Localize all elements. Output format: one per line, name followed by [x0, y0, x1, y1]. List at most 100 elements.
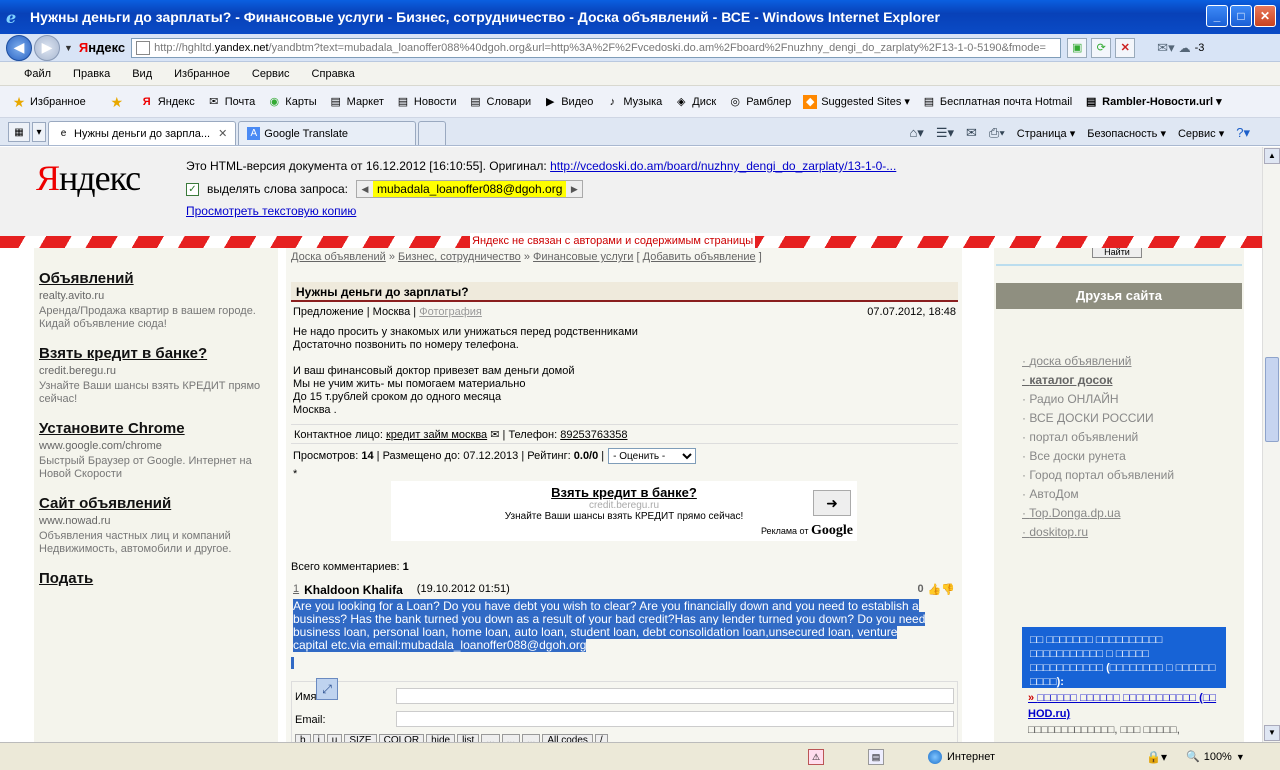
security-zone[interactable]: Интернет [928, 749, 995, 764]
ad-title[interactable]: Сайт объявлений [39, 495, 278, 512]
weather-icon[interactable]: ☁ [1179, 41, 1191, 55]
new-tab-button[interactable] [418, 121, 447, 145]
text-copy-link[interactable]: Просмотреть текстовую копию [186, 204, 356, 218]
popup-blocked-icon[interactable]: ⚠ [808, 748, 824, 765]
stop-icon[interactable]: ✕ [1115, 37, 1136, 58]
friend-link[interactable]: портал объявлений [1022, 428, 1174, 447]
google-ad[interactable]: Взять кредит в банке? credit.beregu.ru У… [391, 481, 857, 541]
compatibility-view-icon[interactable]: ▣ [1067, 37, 1088, 58]
maximize-button[interactable]: □ [1230, 5, 1252, 27]
google-ad-title[interactable]: Взять кредит в банке? [391, 485, 857, 500]
fav-item-video[interactable]: ▶ Видео [543, 95, 593, 109]
fav-item-news[interactable]: ▤ Новости [396, 95, 457, 109]
scroll-thumb[interactable] [1265, 357, 1279, 442]
friend-link[interactable]: АвтоДом [1022, 485, 1174, 504]
feeds-icon[interactable]: ☰▾ [936, 125, 954, 141]
breadcrumb-board[interactable]: Доска объявлений [291, 251, 386, 263]
tab-current-page[interactable]: e Нужны деньги до зарпла... ✕ [48, 121, 237, 145]
italic-button[interactable]: i [312, 734, 325, 742]
back-button[interactable]: ◀ [6, 34, 32, 61]
menu-tools[interactable]: Сервис [252, 68, 290, 80]
ads-by-google[interactable]: Реклама от Google [761, 523, 853, 539]
scroll-up-icon[interactable]: ▲ [1264, 148, 1280, 164]
ad-title[interactable]: Объявлений [39, 270, 278, 287]
mail-notifier-icon[interactable]: ✉▾ [1157, 40, 1174, 56]
find-button[interactable]: Найти [1092, 248, 1142, 258]
lock-dropdown-icon[interactable]: 🔒▾ [1146, 750, 1167, 764]
friend-link[interactable]: Город портал объявлений [1022, 466, 1174, 485]
thumbs-down-icon[interactable]: 👎 [941, 583, 955, 597]
ad-title[interactable]: Подать [39, 570, 278, 587]
fav-item-rambler[interactable]: ◎ Рамблер [728, 95, 791, 109]
vertical-scrollbar[interactable]: ▲ ▼ [1262, 147, 1280, 742]
tab-list-dropdown-icon[interactable]: ▾ [32, 122, 46, 142]
menu-favorites[interactable]: Избранное [174, 68, 230, 80]
photo-link[interactable]: Фотография [419, 306, 482, 318]
next-highlight-icon[interactable]: ▶ [566, 181, 583, 197]
close-tab-icon[interactable]: ✕ [218, 127, 227, 140]
forward-button[interactable]: ▶ [34, 34, 60, 61]
menu-file[interactable]: Файл [24, 68, 51, 80]
hide-button[interactable]: hide [426, 734, 456, 742]
promo-link[interactable]: □□□□□□ □□□□□□ □□□□□□□□□□□ (□□ HOD.ru) [1028, 690, 1228, 722]
fav-item-maps[interactable]: ◉ Карты [267, 95, 316, 109]
fav-item-rambler-news[interactable]: ▤ Rambler-Новости.url ▾ [1084, 95, 1222, 109]
menu-help[interactable]: Справка [312, 68, 355, 80]
yandex-logo[interactable]: Яндекс [36, 157, 141, 199]
bold-button[interactable]: b [295, 734, 311, 742]
code-button[interactable]: ... [521, 734, 541, 742]
page-menu[interactable]: Страница ▾ [1017, 127, 1075, 140]
fav-item-music[interactable]: ♪ Музыка [605, 95, 663, 109]
breadcrumb-finance[interactable]: Финансовые услуги [533, 251, 633, 263]
scroll-down-icon[interactable]: ▼ [1264, 725, 1280, 741]
arrow-right-icon[interactable]: ➜ [813, 490, 851, 516]
print-icon[interactable]: ⎙▾ [989, 125, 1005, 141]
friend-link[interactable]: ВСЕ ДОСКИ РОССИИ [1022, 409, 1174, 428]
friend-link[interactable]: Top.Donga.dp.ua [1022, 504, 1174, 523]
history-dropdown-icon[interactable]: ▼ [64, 43, 73, 53]
fav-item-mail[interactable]: ✉ Почта [207, 95, 255, 109]
read-mail-icon[interactable]: ✉ [966, 125, 977, 141]
ad-block[interactable]: Подать [39, 570, 278, 587]
prev-highlight-icon[interactable]: ◀ [356, 181, 373, 197]
friend-link[interactable]: Радио ОНЛАЙН [1022, 390, 1174, 409]
comment-number[interactable]: 1 [293, 583, 299, 597]
list-button[interactable]: list [457, 734, 480, 742]
fav-item-hotmail[interactable]: ▤ Бесплатная почта Hotmail [922, 95, 1072, 109]
code-button[interactable]: ... [481, 734, 500, 742]
fav-item-market[interactable]: ▤ Маркет [329, 95, 383, 109]
size-select[interactable]: SIZE [344, 734, 377, 742]
phone-link[interactable]: 89253763358 [560, 429, 627, 441]
fav-item-suggested[interactable]: ◆ Suggested Sites ▾ [803, 94, 910, 109]
contact-name-link[interactable]: кредит займ москва [386, 429, 487, 441]
home-icon[interactable]: ⌂▾ [909, 125, 923, 141]
add-favorites-icon[interactable]: ★ [110, 95, 128, 109]
original-link[interactable]: http://vcedoski.do.am/board/nuzhny_dengi… [550, 159, 896, 173]
ad-title[interactable]: Установите Chrome [39, 420, 278, 437]
address-input[interactable]: http://hghltd. yandex.net/yandbtm?text=mu… [131, 37, 1062, 58]
ad-block[interactable]: Установите Chrome www.google.com/chrome … [39, 420, 278, 481]
safety-menu[interactable]: Безопасность ▾ [1087, 127, 1166, 140]
underline-button[interactable]: u [326, 734, 343, 742]
highlight-checkbox[interactable]: ✓ [186, 182, 199, 196]
tools-menu[interactable]: Сервис ▾ [1178, 127, 1224, 140]
fav-item-dictionary[interactable]: ▤ Словари [469, 95, 531, 109]
name-input[interactable] [396, 688, 954, 704]
breadcrumb-business[interactable]: Бизнес, сотрудничество [398, 251, 521, 263]
protected-mode-icon[interactable]: ▤ [868, 748, 884, 765]
close-tag-button[interactable]: / [594, 734, 608, 742]
thumbs-up-icon[interactable]: 👍 [928, 583, 942, 597]
ad-block[interactable]: Сайт объявлений www.nowad.ru Объявления … [39, 495, 278, 556]
email-envelope-icon[interactable]: ✉ [490, 429, 499, 441]
close-window-button[interactable]: ✕ [1254, 5, 1276, 27]
help-icon[interactable]: ?▾ [1236, 125, 1250, 141]
add-listing-link[interactable]: Добавить объявление [643, 251, 756, 263]
resize-icon[interactable]: ⤢ [316, 678, 338, 700]
zoom-control[interactable]: 🔍 100% ▼ [1186, 750, 1245, 764]
friend-link[interactable]: каталог досок [1022, 371, 1174, 390]
tab-google-translate[interactable]: A Google Translate [238, 121, 417, 145]
fav-item-disk[interactable]: ◈ Диск [674, 95, 716, 109]
rate-select[interactable]: - Оценить - [608, 448, 697, 464]
refresh-icon[interactable]: ⟳ [1091, 37, 1112, 58]
friend-link[interactable]: doskitop.ru [1022, 523, 1174, 542]
